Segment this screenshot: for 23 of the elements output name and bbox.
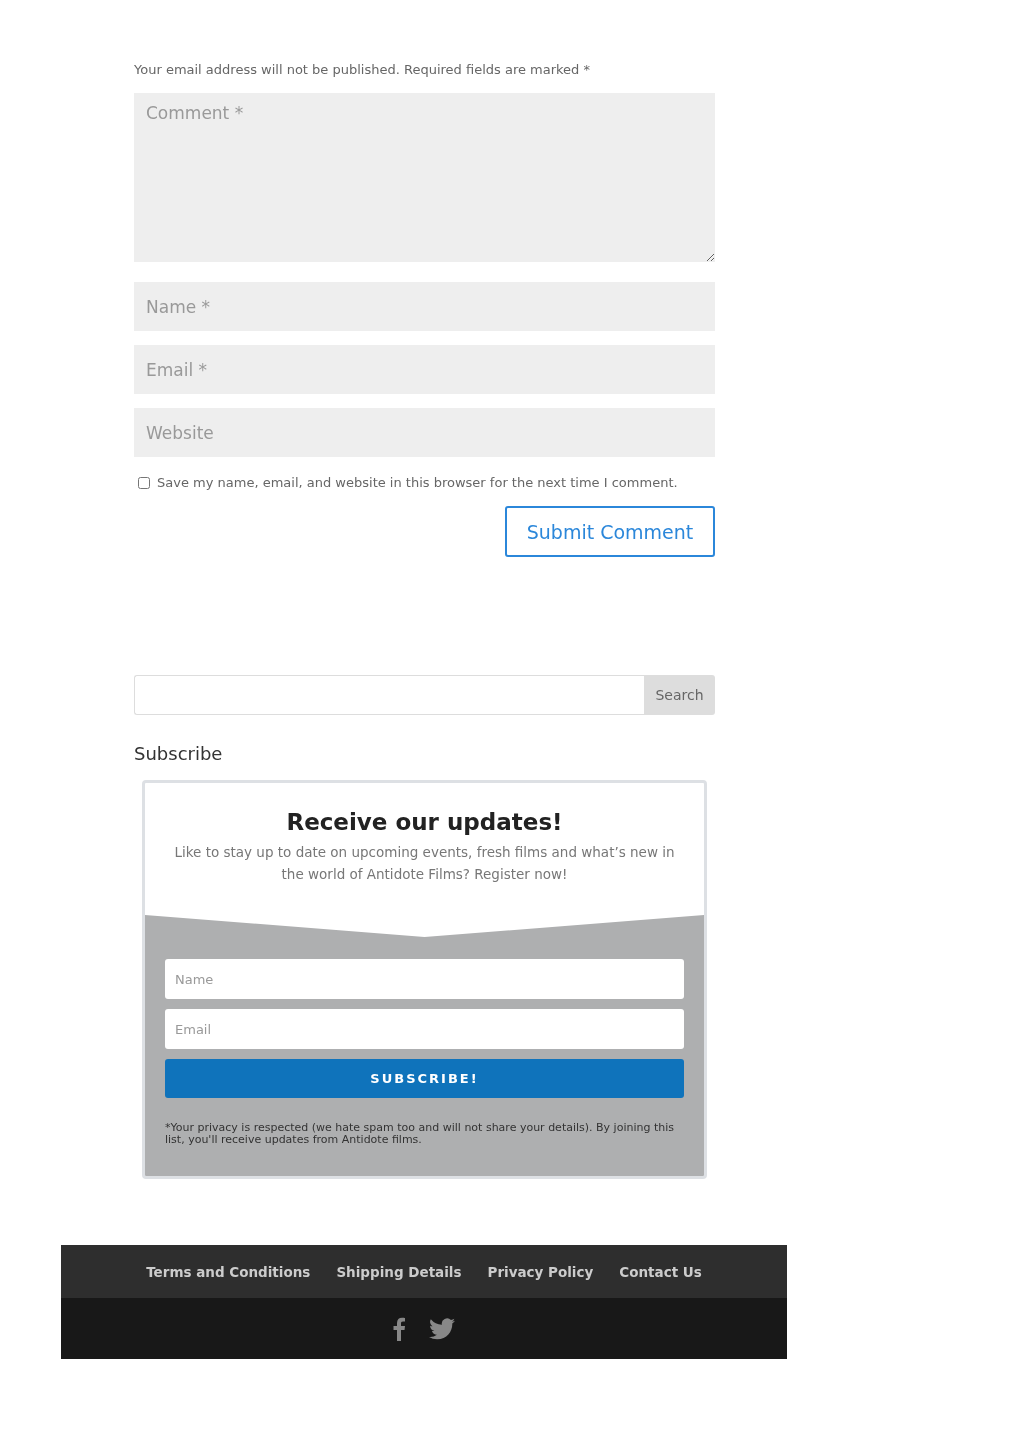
input-field[interactable]: Name * — [134, 282, 715, 331]
facebook-icon[interactable] — [393, 1316, 405, 1341]
save-checkbox[interactable] — [138, 476, 150, 489]
footer-link[interactable]: Terms and Conditions — [146, 1263, 311, 1280]
subscribe-button[interactable]: SUBSCRIBE! — [165, 1059, 684, 1098]
privacy-note: *Your privacy is respected (we hate spam too and will not share your details). By joining this list, you'll receive updates from Antidote films. — [165, 1122, 675, 1146]
search-field[interactable] — [134, 675, 644, 715]
widget-heading: Subscribe — [134, 743, 224, 764]
input-field[interactable]: Email — [165, 1009, 684, 1049]
card-description: Like to stay up to date on upcoming events, fresh films and what’s new in the world of Antidote Films? Register now! — [173, 843, 676, 884]
search-button[interactable]: Search — [644, 675, 715, 715]
bird-icon[interactable] — [429, 1316, 455, 1341]
checkbox-label: Save my name, email, and website in this browser for the next time I comment. — [157, 475, 678, 490]
submit-button[interactable]: Submit Comment — [505, 506, 715, 557]
comment-field[interactable]: Comment * — [134, 93, 715, 262]
input-field[interactable]: Email * — [134, 345, 715, 394]
input-field[interactable]: Website — [134, 408, 715, 457]
footer-link[interactable]: Shipping Details — [336, 1263, 462, 1280]
footer-link[interactable]: Contact Us — [619, 1263, 702, 1280]
card-title: Receive our updates! — [285, 809, 564, 835]
input-field[interactable]: Name — [165, 959, 684, 999]
form-notice: Your email address will not be published. Required fields are marked * — [134, 62, 591, 77]
footer-link[interactable]: Privacy Policy — [487, 1263, 594, 1280]
